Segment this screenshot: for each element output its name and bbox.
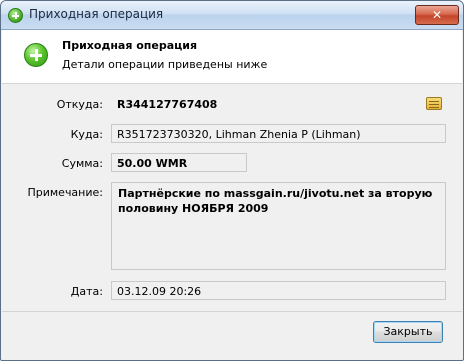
add-icon xyxy=(24,43,48,67)
dialog-header: Приходная операция Детали операции приве… xyxy=(2,30,462,84)
close-window-button[interactable]: ✕ xyxy=(415,5,459,25)
title-bar[interactable]: Приходная операция ✕ xyxy=(1,1,463,30)
divider xyxy=(2,311,462,312)
date-label: Дата: xyxy=(70,285,103,298)
close-button[interactable]: Закрыть xyxy=(373,321,443,343)
window-title: Приходная операция xyxy=(29,7,164,21)
date-field[interactable]: 03.12.09 20:26 xyxy=(111,281,446,300)
to-label: Куда: xyxy=(70,128,103,141)
operation-dialog: Приходная операция ✕ Приходная операция … xyxy=(0,0,464,361)
address-book-icon[interactable] xyxy=(426,97,442,110)
note-field[interactable]: Партнёрские по massgain.ru/jivotu.net за… xyxy=(111,182,446,270)
header-title: Приходная операция xyxy=(62,39,198,52)
amount-label: Сумма: xyxy=(61,157,103,170)
header-subtitle: Детали операции приведены ниже xyxy=(62,58,268,71)
note-label: Примечание: xyxy=(27,186,103,199)
from-label: Откуда: xyxy=(56,98,103,111)
to-field[interactable]: R351723730320, Lihman Zhenia P (Lihman) xyxy=(111,124,446,143)
amount-field[interactable]: 50.00 WMR xyxy=(111,153,247,172)
from-field[interactable]: R344127767408 xyxy=(111,94,446,113)
add-icon xyxy=(8,8,23,23)
